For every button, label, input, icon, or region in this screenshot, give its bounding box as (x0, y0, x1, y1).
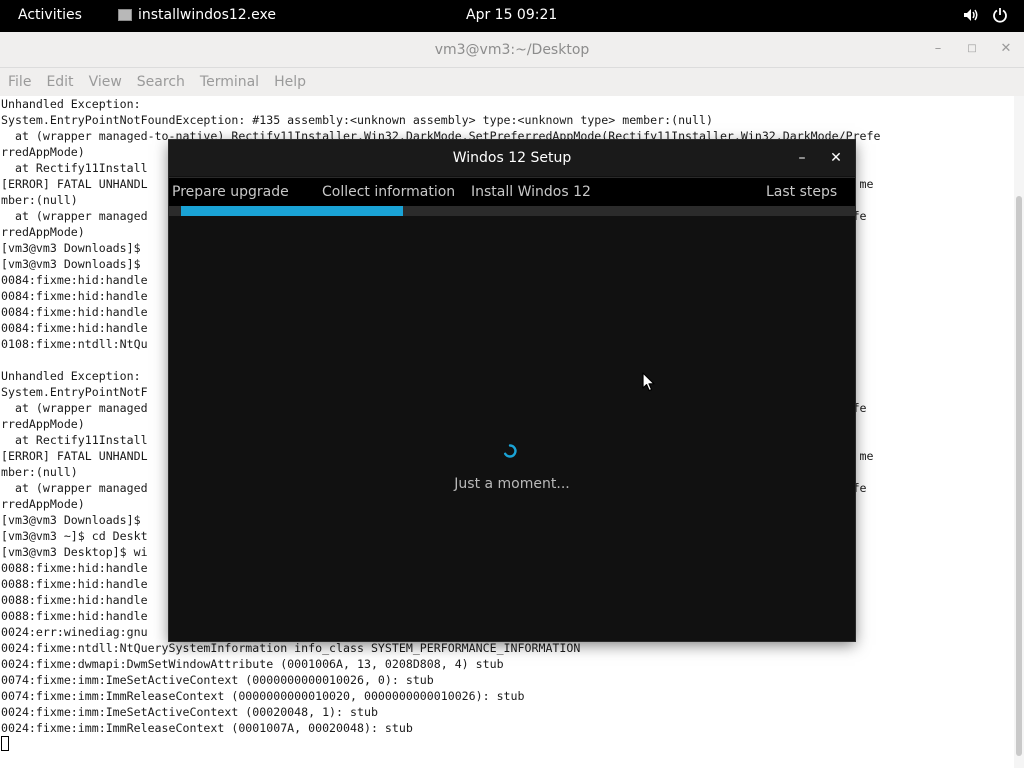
loading-spinner-icon (504, 444, 517, 458)
terminal-line: 0024:fixme:imm:ImmReleaseContext (000100… (1, 721, 413, 735)
terminal-line: 0024:fixme:dwmapi:DwmSetWindowAttribute … (1, 657, 504, 671)
setup-steps: Prepare upgrade Collect information Inst… (169, 177, 855, 208)
setup-dialog: Windos 12 Setup – ✕ Prepare upgrade Coll… (169, 140, 855, 641)
terminal-titlebar[interactable]: vm3@vm3:~/Desktop – □ ✕ (0, 32, 1024, 68)
close-icon[interactable]: ✕ (998, 41, 1014, 57)
terminal-line: 0074:fixme:imm:ImeSetActiveContext (0000… (1, 673, 434, 687)
step-prepare-upgrade: Prepare upgrade (172, 184, 289, 200)
menu-edit[interactable]: Edit (46, 74, 73, 90)
setup-content: Just a moment... (169, 216, 855, 641)
terminal-scrollbar[interactable] (1014, 96, 1024, 768)
maximize-icon[interactable]: □ (964, 41, 980, 57)
terminal-menubar: File Edit View Search Terminal Help (0, 68, 1024, 97)
terminal-prompt-line[interactable] (0, 736, 1014, 752)
setup-titlebar[interactable]: Windos 12 Setup – ✕ (169, 140, 855, 176)
clock[interactable]: Apr 15 09:21 (466, 7, 566, 23)
menu-help[interactable]: Help (274, 74, 306, 90)
setup-minimize-icon[interactable]: – (793, 149, 811, 167)
menu-search[interactable]: Search (137, 74, 185, 90)
menu-view[interactable]: View (89, 74, 122, 90)
step-install: Install Windos 12 (471, 184, 591, 200)
text-cursor (1, 736, 9, 751)
application-icon (118, 9, 132, 21)
terminal-line: 0024:fixme:imm:ImeSetActiveContext (0002… (1, 705, 378, 719)
step-last-steps: Last steps (766, 184, 838, 200)
setup-progress-fill (181, 206, 403, 216)
volume-icon[interactable] (962, 7, 980, 23)
app-menu-label: installwindos12.exe (138, 7, 276, 23)
terminal-line: Unhandled Exception: (1, 97, 141, 111)
power-icon[interactable] (992, 7, 1008, 23)
terminal-title: vm3@vm3:~/Desktop (434, 42, 590, 58)
menu-file[interactable]: File (8, 74, 31, 90)
setup-close-icon[interactable]: ✕ (827, 149, 845, 167)
status-text: Just a moment... (454, 476, 570, 492)
setup-title: Windos 12 Setup (452, 150, 572, 166)
terminal-line: System.EntryPointNotFoundException: #135… (1, 113, 713, 127)
minimize-icon[interactable]: – (930, 41, 946, 57)
terminal-line: 0074:fixme:imm:ImmReleaseContext (000000… (1, 689, 525, 703)
scrollbar-thumb[interactable] (1016, 196, 1022, 756)
terminal-line: 0024:fixme:ntdll:NtQuerySystemInformatio… (1, 641, 581, 655)
activities-button[interactable]: Activities (18, 7, 82, 23)
system-tray[interactable] (962, 7, 1008, 23)
top-bar: Activities installwindos12.exe Apr 15 09… (0, 0, 1024, 32)
app-menu[interactable]: installwindos12.exe (118, 7, 276, 23)
mouse-pointer-icon (642, 372, 655, 392)
menu-terminal[interactable]: Terminal (200, 74, 259, 90)
step-collect-information: Collect information (322, 184, 456, 200)
setup-progress-bar (169, 206, 855, 216)
